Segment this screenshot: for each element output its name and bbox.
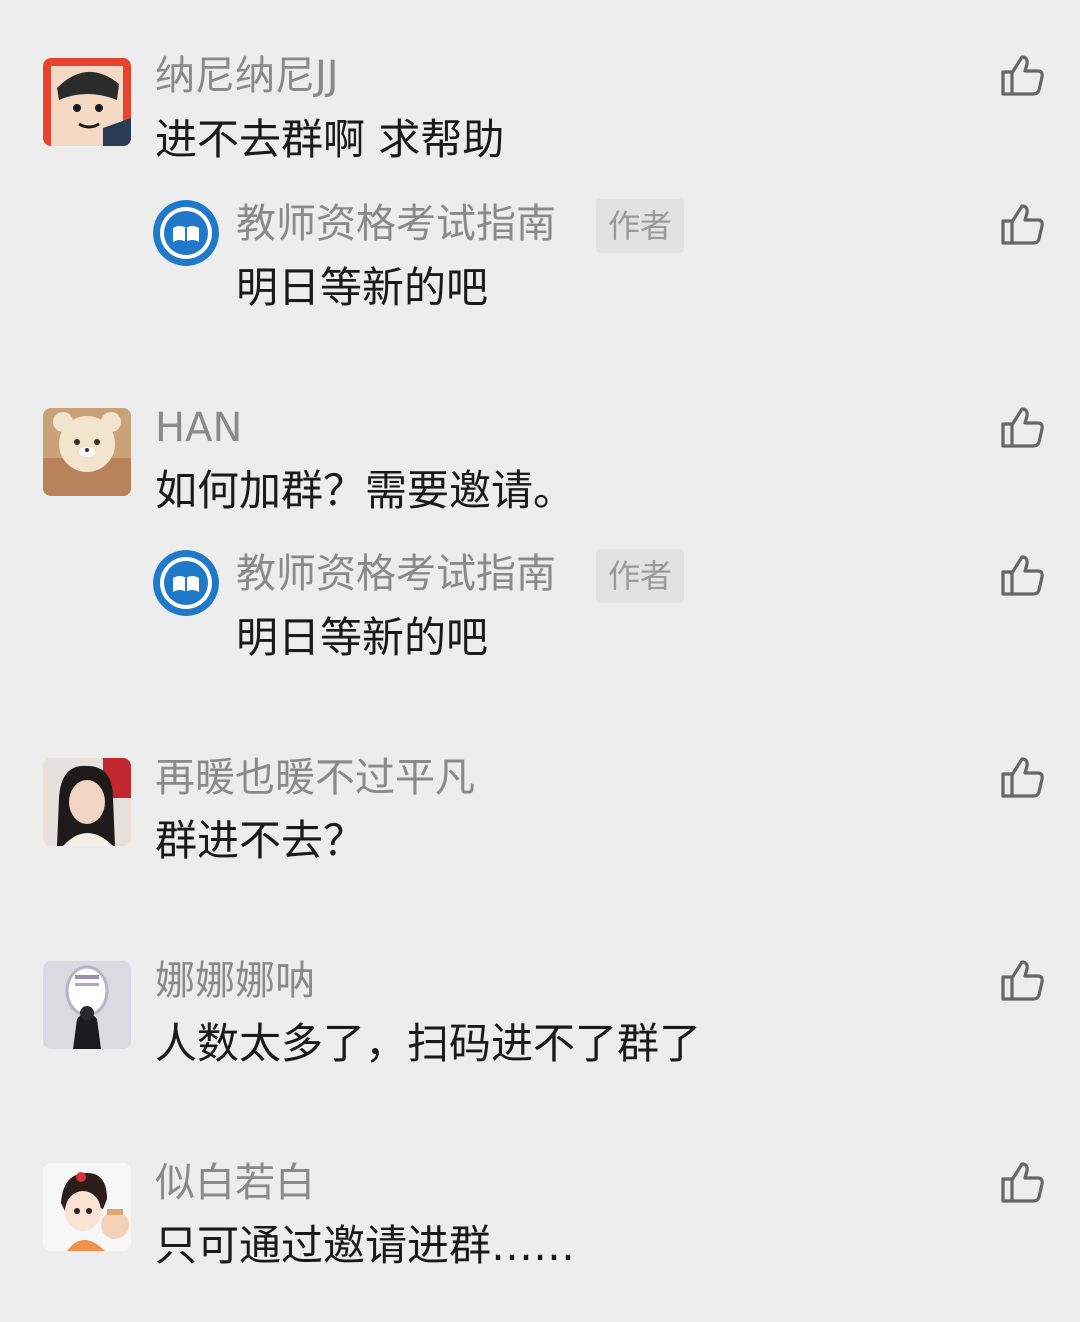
thumbs-up-icon[interactable] — [998, 201, 1046, 249]
user-avatar[interactable] — [43, 961, 131, 1049]
comment-nickname[interactable]: 纳尼纳尼JJ — [155, 52, 339, 100]
thumbs-up-icon[interactable] — [998, 404, 1046, 452]
thumbs-up-icon[interactable] — [998, 754, 1046, 802]
reply-nickname[interactable]: 教师资格考试指南 — [236, 200, 556, 248]
user-avatar[interactable] — [43, 58, 131, 146]
comment-text: 人数太多了，扫码进不了群了 — [155, 1019, 702, 1068]
author-avatar[interactable] — [153, 550, 219, 616]
comment-nickname[interactable]: HAN — [155, 404, 242, 452]
reply-text: 明日等新的吧 — [236, 613, 489, 662]
thumbs-up-icon[interactable] — [998, 52, 1046, 100]
book-logo-icon — [153, 550, 219, 616]
author-badge: 作者 — [596, 549, 685, 603]
thumbs-up-icon[interactable] — [998, 957, 1046, 1005]
reply-nickname[interactable]: 教师资格考试指南 — [236, 550, 556, 598]
comment-text: 如何加群？需要邀请。 — [155, 466, 576, 515]
book-logo-icon — [153, 200, 219, 266]
reply-text: 明日等新的吧 — [236, 263, 489, 312]
comment-text: 进不去群啊 求帮助 — [155, 115, 505, 164]
user-avatar[interactable] — [43, 1163, 131, 1251]
comment-text: 只可通过邀请进群…… — [155, 1221, 576, 1270]
author-badge: 作者 — [596, 199, 685, 253]
author-avatar[interactable] — [153, 200, 219, 266]
user-avatar[interactable] — [43, 758, 131, 846]
user-avatar[interactable] — [43, 408, 131, 496]
thumbs-up-icon[interactable] — [998, 552, 1046, 600]
comment-nickname[interactable]: 再暖也暖不过平凡 — [155, 754, 475, 802]
comment-text: 群进不去？ — [155, 816, 366, 865]
comment-nickname[interactable]: 似白若白 — [155, 1159, 315, 1207]
comment-nickname[interactable]: 娜娜娜呐 — [155, 957, 315, 1005]
thumbs-up-icon[interactable] — [998, 1159, 1046, 1207]
